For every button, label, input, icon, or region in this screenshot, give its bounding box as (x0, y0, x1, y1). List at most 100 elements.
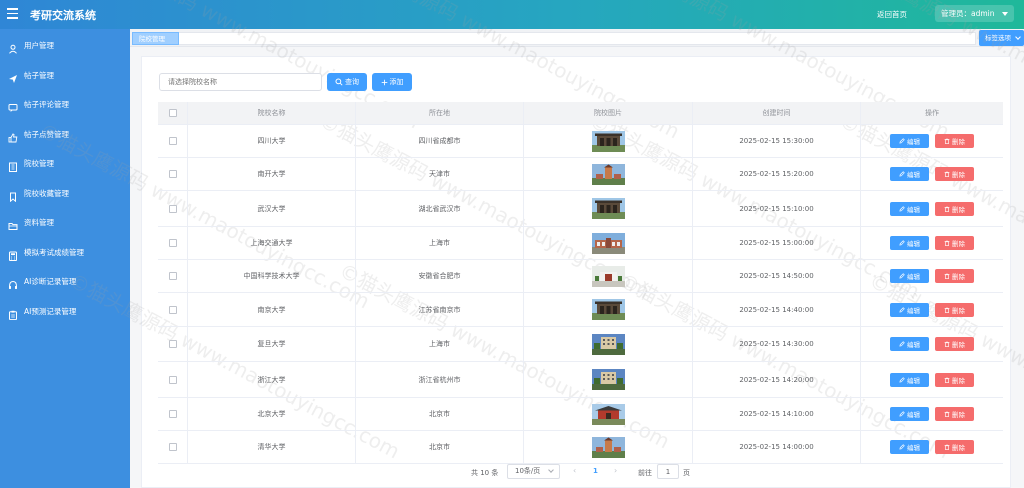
delete-label: 删除 (952, 341, 965, 349)
row-select-cell (158, 158, 188, 190)
row-checkbox[interactable] (168, 340, 177, 348)
delete-button[interactable]: 删除 (935, 372, 974, 387)
table-row: 北京大学 北京市 2025-02-15 14:10:00 编辑 删除 (158, 398, 1003, 431)
school-name: 清华大学 (188, 431, 356, 463)
table-row: 南京大学 江苏省南京市 2025-02-15 14:40:00 编辑 删除 (158, 293, 1003, 327)
sidebar-item[interactable]: AI预测记录管理 (0, 301, 130, 323)
query-button[interactable]: 查询 (327, 73, 367, 91)
sidebar-item[interactable]: 帖子管理 (0, 65, 130, 87)
sidebar-item[interactable]: 用户管理 (0, 35, 130, 57)
row-checkbox[interactable] (168, 170, 177, 178)
school-name-input[interactable] (159, 73, 322, 91)
top-header: 考研交流系统 返回首页 管理员：admin (0, 0, 1024, 29)
trash-icon (944, 411, 952, 417)
sidebar-item-label: AI预测记录管理 (24, 306, 77, 316)
tab-school-management[interactable]: 院校管理 (132, 32, 179, 45)
row-select-cell (158, 260, 188, 292)
delete-button[interactable]: 删除 (935, 407, 974, 421)
goto-label: 前往 (638, 469, 652, 477)
add-button[interactable]: 添加 (372, 73, 412, 91)
edit-button[interactable]: 编辑 (890, 167, 929, 181)
sidebar-item[interactable]: 模拟考试成绩管理 (0, 242, 130, 264)
delete-button[interactable]: 删除 (935, 269, 974, 283)
row-checkbox[interactable] (168, 305, 177, 314)
sidebar-item[interactable]: 资料管理 (0, 212, 130, 234)
trash-icon (944, 341, 952, 347)
menu-toggle-icon[interactable] (7, 8, 18, 19)
row-checkbox[interactable] (168, 137, 177, 145)
trash-icon (944, 206, 952, 212)
row-select-cell (158, 398, 188, 430)
delete-button[interactable]: 删除 (935, 167, 974, 181)
row-checkbox[interactable] (168, 443, 177, 451)
sidebar-item[interactable]: 帖子评论管理 (0, 94, 130, 116)
row-checkbox[interactable] (168, 375, 177, 384)
sidebar-item[interactable]: 帖子点赞管理 (0, 124, 130, 146)
select-all-cell (158, 102, 188, 124)
row-checkbox[interactable] (168, 239, 177, 247)
chevron-down-icon (548, 467, 554, 473)
next-page-button[interactable]: › (614, 466, 617, 475)
sidebar-item[interactable]: 院校收藏管理 (0, 183, 130, 205)
sidebar-item-label: 院校管理 (24, 159, 54, 168)
row-checkbox[interactable] (168, 204, 177, 213)
page-number-current[interactable]: 1 (593, 467, 598, 475)
edit-button[interactable]: 编辑 (890, 440, 929, 454)
page-size-value: 10条/页 (515, 467, 541, 475)
edit-button[interactable]: 编辑 (890, 407, 929, 421)
query-label: 查询 (345, 78, 359, 86)
row-actions: 编辑 删除 (861, 398, 1003, 430)
school-location: 江苏省南京市 (356, 293, 524, 326)
delete-button[interactable]: 删除 (935, 337, 974, 351)
sidebar-item[interactable]: AI诊断记录管理 (0, 271, 130, 293)
created-time: 2025-02-15 14:50:00 (693, 260, 861, 292)
edit-label: 编辑 (907, 138, 920, 146)
page-size-select[interactable]: 10条/页 (507, 464, 560, 479)
edit-button[interactable]: 编辑 (890, 134, 929, 148)
row-select-cell (158, 125, 188, 157)
row-checkbox[interactable] (168, 410, 177, 418)
sidebar-item[interactable]: 院校管理 (0, 153, 130, 175)
edit-button[interactable]: 编辑 (890, 236, 929, 250)
school-image (524, 327, 693, 361)
created-time: 2025-02-15 15:10:00 (693, 191, 861, 226)
sidebar-item-label: 用户管理 (24, 41, 54, 50)
edit-button[interactable]: 编辑 (890, 201, 929, 216)
back-home-link[interactable]: 返回首页 (877, 9, 907, 20)
edit-button[interactable]: 编辑 (890, 337, 929, 351)
table-row: 上海交通大学 上海市 2025-02-15 15:00:00 编辑 删除 (158, 227, 1003, 260)
goto-page-input[interactable] (657, 464, 679, 479)
edit-icon (899, 240, 907, 246)
delete-button[interactable]: 删除 (935, 440, 974, 454)
header-image: 院校图片 (524, 102, 693, 124)
edit-icon (899, 171, 907, 177)
created-time: 2025-02-15 15:00:00 (693, 227, 861, 259)
user-icon (8, 41, 18, 54)
delete-button[interactable]: 删除 (935, 236, 974, 250)
edit-label: 编辑 (907, 376, 920, 385)
prev-page-button[interactable]: ‹ (573, 466, 576, 475)
delete-button[interactable]: 删除 (935, 134, 974, 148)
edit-button[interactable]: 编辑 (890, 302, 929, 317)
sidebar-item-label: 资料管理 (24, 218, 54, 227)
sidebar: 用户管理帖子管理帖子评论管理 帖子点赞管理院校管理院校收藏管理资料管理模拟考试成绩… (0, 29, 130, 488)
select-all-checkbox[interactable] (168, 109, 177, 117)
row-checkbox[interactable] (168, 272, 177, 280)
admin-dropdown[interactable]: 管理员：admin (935, 5, 1014, 22)
row-actions: 编辑 删除 (861, 191, 1003, 226)
edit-label: 编辑 (907, 273, 920, 281)
table-row: 中国科学技术大学 安徽省合肥市 2025-02-15 14:50:00 编辑 删除 (158, 260, 1003, 293)
delete-button[interactable]: 删除 (935, 201, 974, 216)
trash-icon (944, 273, 952, 279)
plus-icon (381, 79, 387, 85)
created-time: 2025-02-15 15:30:00 (693, 125, 861, 157)
delete-button[interactable]: 删除 (935, 302, 974, 317)
school-image (524, 362, 693, 397)
headset-icon (8, 277, 18, 289)
calculator-icon (8, 248, 18, 261)
delete-label: 删除 (952, 306, 965, 315)
edit-button[interactable]: 编辑 (890, 372, 929, 387)
tab-options-button[interactable]: 标签选项 (979, 30, 1024, 46)
search-icon (335, 78, 343, 86)
edit-button[interactable]: 编辑 (890, 269, 929, 283)
